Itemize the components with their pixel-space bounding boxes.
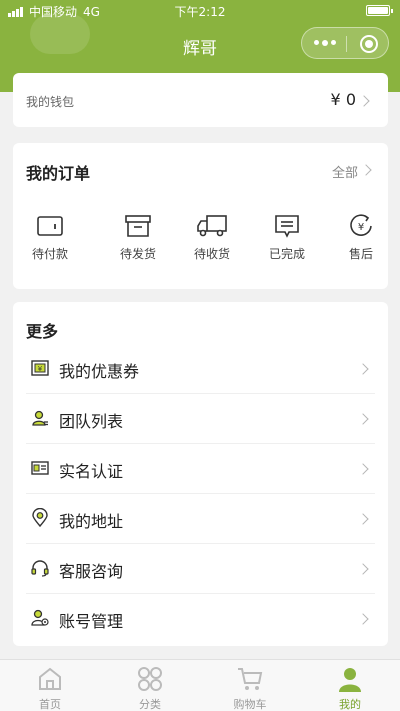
menu-item-label: 实名认证 bbox=[59, 462, 124, 481]
tab-category[interactable]: 分类 bbox=[110, 664, 190, 711]
chevron-right-icon bbox=[358, 95, 370, 107]
tab-home[interactable]: 首页 bbox=[10, 664, 90, 711]
order-after-sales[interactable]: ¥ 售后 bbox=[324, 213, 398, 262]
order-item-label: 售后 bbox=[348, 247, 373, 261]
order-item-label: 已完成 bbox=[268, 247, 305, 261]
menu-item-team[interactable]: 团队列表 bbox=[26, 394, 375, 444]
chevron-right-icon bbox=[360, 164, 372, 176]
menu-item-address[interactable]: 我的地址 bbox=[26, 494, 375, 544]
chevron-right-icon bbox=[357, 413, 369, 425]
message-icon bbox=[250, 213, 324, 239]
svg-text:¥: ¥ bbox=[358, 222, 364, 233]
menu-item-label: 团队列表 bbox=[59, 412, 124, 431]
order-item-label: 待收货 bbox=[193, 247, 230, 261]
tab-profile[interactable]: 我的 bbox=[310, 664, 390, 711]
coupon-icon: ¥ bbox=[30, 358, 50, 378]
tab-label: 分类 bbox=[139, 698, 161, 711]
chevron-right-icon bbox=[357, 463, 369, 475]
more-options-icon[interactable] bbox=[314, 39, 336, 46]
menu-item-coupons[interactable]: ¥ 我的优惠券 bbox=[26, 344, 375, 394]
home-icon bbox=[10, 664, 90, 694]
profile-icon bbox=[310, 664, 390, 694]
tab-label: 首页 bbox=[39, 698, 61, 711]
orders-all-link[interactable]: 全部 bbox=[332, 162, 358, 181]
chevron-right-icon bbox=[357, 563, 369, 575]
menu-item-account[interactable]: 账号管理 bbox=[26, 594, 375, 644]
status-bar: 中国移动 4G 下午2:12 bbox=[0, 0, 400, 22]
menu-item-label: 我的优惠券 bbox=[59, 362, 140, 381]
headset-icon bbox=[30, 558, 50, 578]
menu-item-label: 我的地址 bbox=[59, 512, 124, 531]
order-pending-shipment[interactable]: 待发货 bbox=[101, 213, 175, 262]
chevron-right-icon bbox=[357, 363, 369, 375]
close-program-icon[interactable] bbox=[360, 35, 378, 53]
status-time: 下午2:12 bbox=[174, 5, 226, 19]
cart-icon bbox=[210, 664, 290, 694]
mini-program-capsule bbox=[301, 27, 389, 59]
order-item-label: 待发货 bbox=[119, 247, 156, 261]
tab-cart[interactable]: 购物车 bbox=[210, 664, 290, 711]
box-icon bbox=[101, 213, 175, 239]
refund-icon: ¥ bbox=[324, 213, 398, 239]
orders-title: 我的订单 bbox=[26, 164, 91, 183]
chevron-right-icon bbox=[357, 513, 369, 525]
wallet-balance: ¥ 0 bbox=[330, 90, 356, 109]
id-card-icon bbox=[30, 458, 50, 478]
tab-label: 购物车 bbox=[233, 698, 267, 711]
menu-item-label: 客服咨询 bbox=[59, 562, 124, 581]
order-pending-receipt[interactable]: 待收货 bbox=[175, 213, 249, 262]
battery-icon bbox=[366, 5, 393, 16]
wallet-row[interactable]: 我的钱包 ¥ 0 bbox=[13, 73, 388, 127]
more-title: 更多 bbox=[26, 322, 59, 341]
capsule-divider bbox=[346, 36, 347, 52]
wallet-icon bbox=[13, 213, 87, 239]
tab-label: 我的 bbox=[339, 698, 361, 711]
order-item-label: 待付款 bbox=[31, 247, 68, 261]
category-icon bbox=[110, 664, 190, 694]
svg-text:¥: ¥ bbox=[38, 365, 43, 373]
order-completed[interactable]: 已完成 bbox=[250, 213, 324, 262]
truck-icon bbox=[175, 213, 249, 239]
menu-item-label: 账号管理 bbox=[59, 612, 124, 631]
orders-card: 我的订单 全部 待付款 待发货 待收货 已完成 ¥ 售后 bbox=[13, 143, 388, 289]
menu-item-verification[interactable]: 实名认证 bbox=[26, 444, 375, 494]
wallet-label: 我的钱包 bbox=[26, 95, 75, 109]
team-icon bbox=[30, 408, 50, 428]
more-card: 更多 ¥ 我的优惠券 团队列表 实名认证 我的地址 客服咨询 账号管理 bbox=[13, 302, 388, 646]
order-status-list: 待付款 待发货 待收货 已完成 ¥ 售后 bbox=[13, 213, 388, 268]
menu-item-customer-service[interactable]: 客服咨询 bbox=[26, 544, 375, 594]
chevron-right-icon bbox=[357, 613, 369, 625]
account-manage-icon bbox=[30, 608, 50, 628]
tab-bar: 首页 分类 购物车 我的 bbox=[0, 659, 400, 711]
order-pending-payment[interactable]: 待付款 bbox=[13, 213, 87, 262]
location-icon bbox=[30, 507, 50, 528]
